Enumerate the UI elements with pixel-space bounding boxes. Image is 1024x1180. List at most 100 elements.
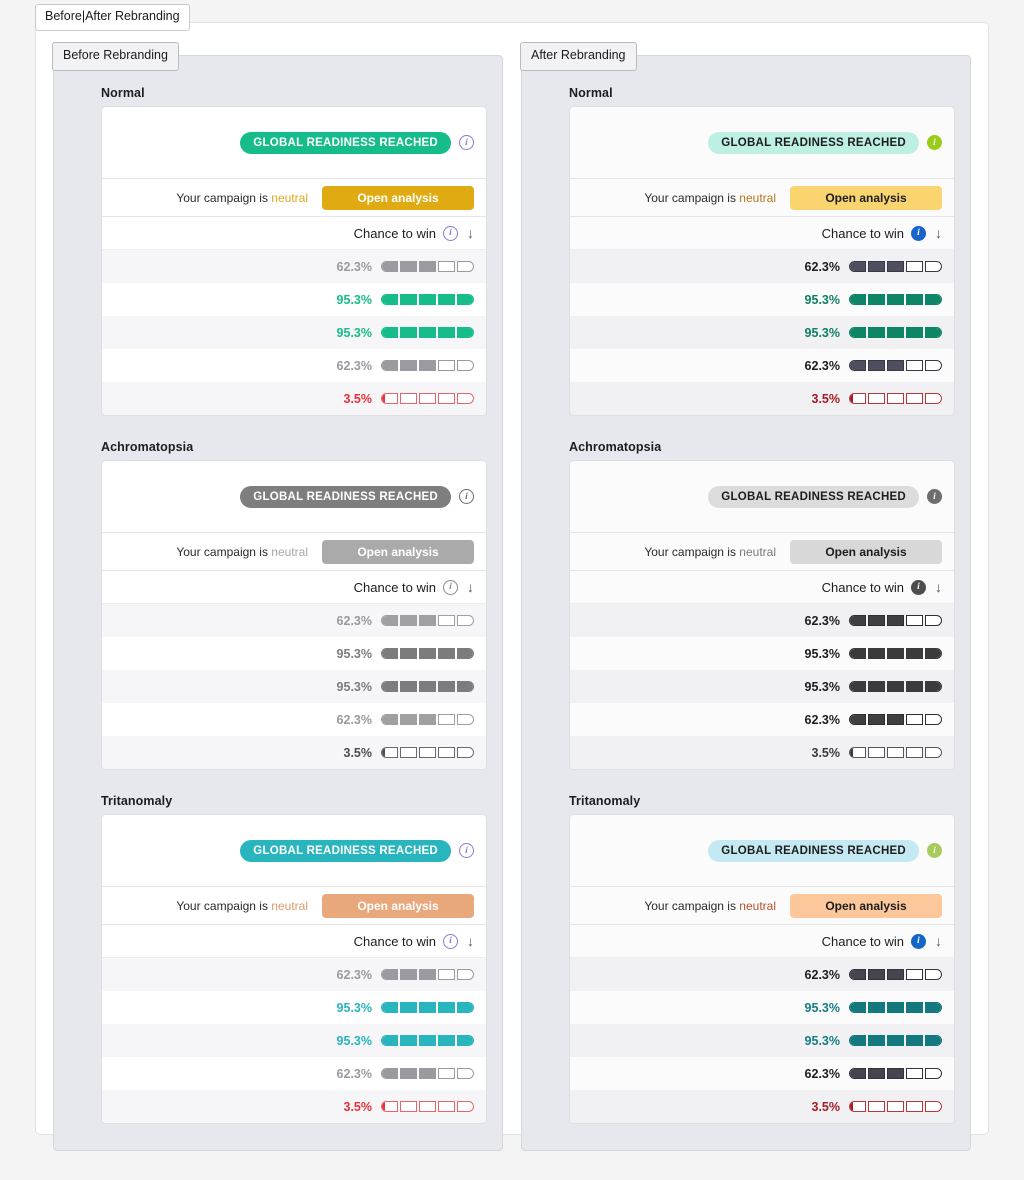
progress-segment-fill <box>382 616 397 625</box>
sort-descending-icon[interactable]: ↓ <box>467 226 474 240</box>
open-analysis-button[interactable]: Open analysis <box>322 893 474 918</box>
tab-before-after-rebranding[interactable]: Before|After Rebranding <box>35 4 190 31</box>
chance-to-win-value: 3.5% <box>343 745 373 760</box>
chance-to-win-value: 95.3% <box>336 1000 372 1015</box>
progress-segment-fill <box>907 682 922 691</box>
progress-segment <box>925 681 942 692</box>
progress-segment-fill <box>888 1036 903 1045</box>
progress-segment <box>906 615 923 626</box>
progress-segment-fill <box>869 328 884 337</box>
chance-to-win-info-icon[interactable]: i <box>911 579 926 595</box>
progress-segment <box>868 1035 885 1046</box>
progress-segment <box>906 648 923 659</box>
progress-segment-fill <box>907 649 922 658</box>
progress-segment-fill <box>420 616 435 625</box>
progress-segment <box>438 648 455 659</box>
progress-segment <box>906 294 923 305</box>
progress-segment-fill <box>439 649 454 658</box>
segmented-progress-bar <box>849 969 942 980</box>
status-badge: GLOBAL READINESS REACHED <box>708 839 919 862</box>
progress-segment <box>849 393 866 404</box>
progress-segment-fill <box>458 295 473 304</box>
segmented-progress-bar <box>381 261 474 272</box>
progress-segment-fill <box>907 328 922 337</box>
panel-before-rebranding: Before Rebranding Normal GLOBAL READINESS … <box>52 42 503 1151</box>
chance-to-win-info-icon[interactable]: i <box>911 225 926 241</box>
chance-to-win-info-icon[interactable]: i <box>443 933 458 949</box>
progress-segment-fill <box>420 361 435 370</box>
progress-segment <box>438 1101 455 1112</box>
progress-segment-fill <box>439 328 454 337</box>
progress-segment <box>438 1035 455 1046</box>
chance-to-win-info-icon[interactable]: i <box>443 225 458 241</box>
progress-segment-fill <box>401 262 416 271</box>
progress-segment <box>400 1068 417 1079</box>
progress-segment-fill <box>888 682 903 691</box>
progress-segment <box>887 261 904 272</box>
campaign-prefix: Your campaign is <box>644 898 740 913</box>
campaign-keyword: neutral <box>271 544 308 559</box>
open-analysis-button[interactable]: Open analysis <box>790 539 942 564</box>
progress-segment <box>381 648 398 659</box>
segmented-progress-bar <box>849 1068 942 1079</box>
open-analysis-button[interactable]: Open analysis <box>790 893 942 918</box>
sort-descending-icon[interactable]: ↓ <box>935 580 942 594</box>
progress-segment <box>438 360 455 371</box>
segmented-progress-bar <box>849 294 942 305</box>
progress-segment <box>381 1035 398 1046</box>
simulation-group: Achromatopsia GLOBAL READINESS REACHED i Yo… <box>54 440 502 770</box>
progress-segment <box>925 1068 942 1079</box>
progress-segment-fill <box>850 394 853 403</box>
progress-segment-fill <box>401 295 416 304</box>
progress-segment-fill <box>869 682 884 691</box>
sort-descending-icon[interactable]: ↓ <box>935 226 942 240</box>
panel-tab[interactable]: Before Rebranding <box>52 42 179 71</box>
chance-to-win-value: 95.3% <box>804 1033 840 1048</box>
badge-info-icon[interactable]: i <box>927 135 942 150</box>
chance-to-win-value: 95.3% <box>804 325 840 340</box>
readiness-card: GLOBAL READINESS REACHED i Your campaign i… <box>101 460 487 770</box>
progress-segment-fill <box>850 748 853 757</box>
progress-segment-fill <box>382 328 397 337</box>
progress-segment <box>925 969 942 980</box>
badge-info-icon[interactable]: i <box>927 489 942 504</box>
table-header-row: Chance to win i ↓ <box>570 217 954 250</box>
progress-segment <box>400 1035 417 1046</box>
open-analysis-button[interactable]: Open analysis <box>790 185 942 210</box>
sort-descending-icon[interactable]: ↓ <box>935 934 942 948</box>
badge-info-icon[interactable]: i <box>459 843 474 858</box>
segmented-progress-bar <box>849 327 942 338</box>
progress-segment <box>868 393 885 404</box>
progress-segment-fill <box>401 361 416 370</box>
progress-segment <box>400 294 417 305</box>
badge-info-icon[interactable]: i <box>927 843 942 858</box>
chance-to-win-value: 95.3% <box>336 325 372 340</box>
progress-segment-fill <box>439 682 454 691</box>
progress-segment-fill <box>869 295 884 304</box>
sort-descending-icon[interactable]: ↓ <box>467 580 474 594</box>
chance-to-win-info-icon[interactable]: i <box>911 933 926 949</box>
progress-segment-fill <box>888 616 903 625</box>
progress-segment <box>457 1035 474 1046</box>
chance-to-win-header: Chance to win <box>353 579 436 595</box>
progress-segment-fill <box>850 616 865 625</box>
open-analysis-button[interactable]: Open analysis <box>322 185 474 210</box>
progress-segment-fill <box>458 649 473 658</box>
panel-tab[interactable]: After Rebranding <box>520 42 637 71</box>
table-header-row: Chance to win i ↓ <box>570 571 954 604</box>
sort-descending-icon[interactable]: ↓ <box>467 934 474 948</box>
progress-segment-fill <box>382 1069 397 1078</box>
badge-info-icon[interactable]: i <box>459 489 474 504</box>
progress-segment-fill <box>850 1036 865 1045</box>
open-analysis-button[interactable]: Open analysis <box>322 539 474 564</box>
progress-segment <box>868 747 885 758</box>
campaign-prefix: Your campaign is <box>176 544 272 559</box>
progress-segment <box>438 714 455 725</box>
chance-to-win-info-icon[interactable]: i <box>443 579 458 595</box>
progress-segment <box>419 714 436 725</box>
progress-segment <box>868 294 885 305</box>
badge-info-icon[interactable]: i <box>459 135 474 150</box>
chance-to-win-value: 95.3% <box>804 679 840 694</box>
progress-segment-fill <box>869 1036 884 1045</box>
progress-segment <box>868 1002 885 1013</box>
